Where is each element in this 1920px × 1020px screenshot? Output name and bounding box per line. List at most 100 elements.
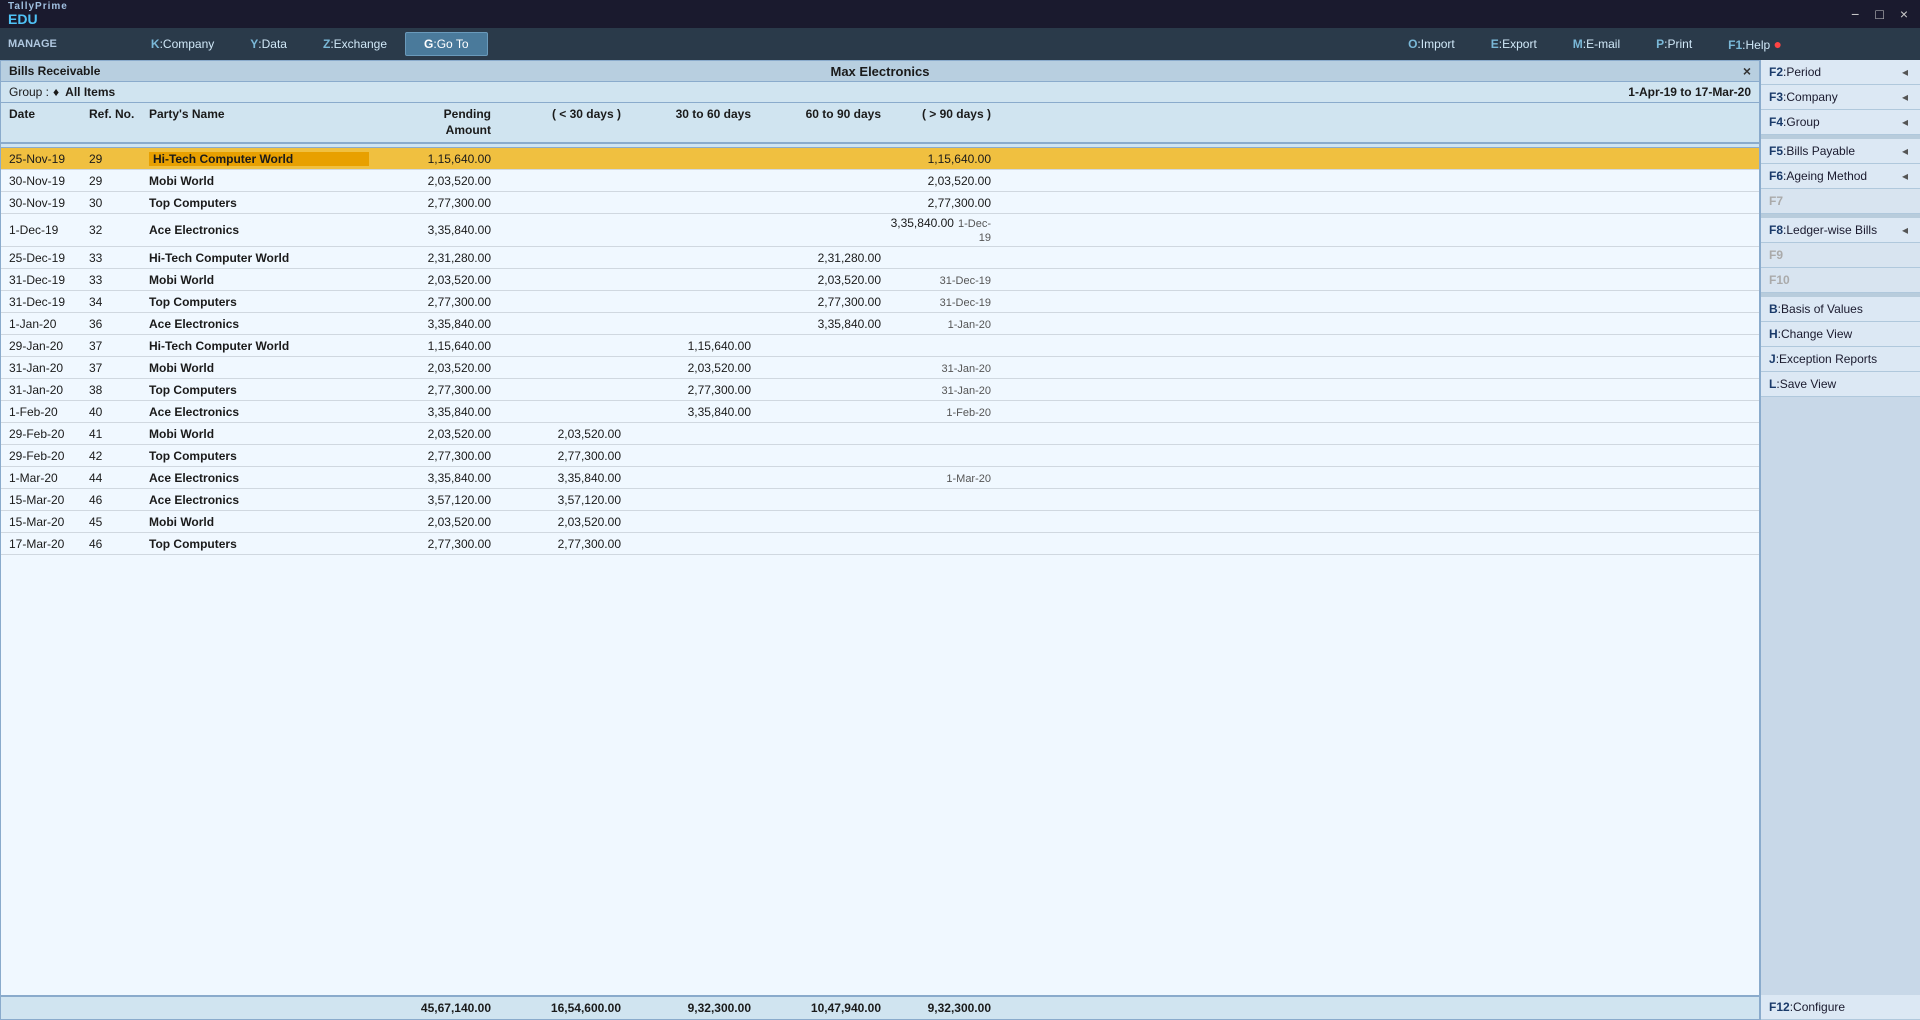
cell-60to90: 3,35,840.00 [759,317,889,331]
group-label: Group : [9,85,49,99]
table-row[interactable]: 31-Jan-20 37 Mobi World 2,03,520.00 2,03… [1,357,1759,379]
cell-party: Mobi World [149,515,369,529]
total-pending: 45,67,140.00 [369,1001,499,1015]
cell-pending: 2,77,300.00 [369,449,499,463]
total-lt30: 16,54,600.00 [499,1001,629,1015]
sidebar-label: Basis of Values [1781,302,1863,316]
cell-date: 17-Mar-20 [9,537,89,551]
table-row[interactable]: 30-Nov-19 29 Mobi World 2,03,520.00 2,03… [1,170,1759,192]
app-logo: TallyPrime EDU [8,1,68,27]
table-row[interactable]: 1-Mar-20 44 Ace Electronics 3,35,840.00 … [1,467,1759,489]
date-range: 1-Apr-19 to 17-Mar-20 [1628,85,1751,99]
sidebar-btn-f2[interactable]: F2:Period◂ [1761,60,1920,85]
table-row[interactable]: 31-Jan-20 38 Top Computers 2,77,300.00 2… [1,379,1759,401]
sidebar-btn-h[interactable]: H:Change View [1761,322,1920,347]
table-row[interactable]: 25-Nov-19 29 Hi-Tech Computer World 1,15… [1,148,1759,170]
cell-date: 1-Feb-20 [9,405,89,419]
cell-gt90: 1-Mar-20 [889,471,999,485]
menu-exchange[interactable]: Z:Exchange [305,33,405,55]
maximize-btn[interactable]: □ [1871,6,1887,22]
sidebar-key: F5 [1769,144,1783,158]
cell-lt30: 2,77,300.00 [499,537,629,551]
sidebar-label: Group [1786,115,1819,129]
cell-lt30: 3,57,120.00 [499,493,629,507]
sidebar-btn-l[interactable]: L:Save View [1761,372,1920,397]
cell-gt90: 1-Feb-20 [889,405,999,419]
menu-help[interactable]: F1:Help ● [1710,32,1800,56]
cell-lt30: 2,03,520.00 [499,427,629,441]
cell-gt90: 2,03,520.00 [889,174,999,188]
group-bar: Group : ♦ All Items 1-Apr-19 to 17-Mar-2… [1,82,1759,103]
cell-30to60: 1,15,640.00 [629,339,759,353]
total-gt90: 9,32,300.00 [889,1001,999,1015]
cell-date: 31-Dec-19 [9,273,89,287]
manage-label: MANAGE [8,38,57,50]
cell-ref: 29 [89,174,149,188]
table-row[interactable]: 31-Dec-19 34 Top Computers 2,77,300.00 2… [1,291,1759,313]
main-container: Bills Receivable Max Electronics × Group… [0,60,1920,1020]
col-60to90: 60 to 90 days [759,107,889,138]
total-60to90: 10,47,940.00 [759,1001,889,1015]
sidebar-btn-f6[interactable]: F6:Ageing Method◂ [1761,164,1920,189]
menu-print[interactable]: P:Print [1638,33,1710,55]
cell-gt90: 31-Dec-19 [889,273,999,287]
cell-ref: 44 [89,471,149,485]
sidebar-btn-f5[interactable]: F5:Bills Payable◂ [1761,139,1920,164]
cell-ref: 42 [89,449,149,463]
sidebar-key: F9 [1769,248,1783,262]
sidebar-btn-j[interactable]: J:Exception Reports [1761,347,1920,372]
cell-pending: 2,03,520.00 [369,174,499,188]
minimize-btn[interactable]: − [1847,6,1863,22]
sidebar-key: F12 [1769,1000,1790,1014]
cell-party: Top Computers [149,383,369,397]
close-btn[interactable]: × [1896,6,1912,22]
menu-export[interactable]: E:Export [1473,33,1555,55]
cell-pending: 2,31,280.00 [369,251,499,265]
table-row[interactable]: 29-Jan-20 37 Hi-Tech Computer World 1,15… [1,335,1759,357]
col-ref: Ref. No. [89,107,149,138]
table-row[interactable]: 29-Feb-20 41 Mobi World 2,03,520.00 2,03… [1,423,1759,445]
arrow-icon: ◂ [1898,169,1912,183]
table-row[interactable]: 31-Dec-19 33 Mobi World 2,03,520.00 2,03… [1,269,1759,291]
sidebar-key: F4 [1769,115,1783,129]
sidebar-key: F8 [1769,223,1783,237]
table-row[interactable]: 15-Mar-20 45 Mobi World 2,03,520.00 2,03… [1,511,1759,533]
sidebar-btn-f8[interactable]: F8:Ledger-wise Bills◂ [1761,218,1920,243]
group-value: All Items [65,85,115,99]
menu-data[interactable]: Y:Data [232,33,305,55]
sidebar-btn-f4[interactable]: F4:Group◂ [1761,110,1920,135]
menu-import[interactable]: O:Import [1390,33,1473,55]
sidebar-key: F10 [1769,273,1790,287]
sidebar-label: Ledger-wise Bills [1786,223,1877,237]
report-close-btn[interactable]: × [1743,63,1751,79]
cell-60to90: 2,31,280.00 [759,251,889,265]
cell-ref: 45 [89,515,149,529]
table-row[interactable]: 1-Jan-20 36 Ace Electronics 3,35,840.00 … [1,313,1759,335]
sidebar-label: Configure [1793,1000,1845,1014]
table-row[interactable]: 29-Feb-20 42 Top Computers 2,77,300.00 2… [1,445,1759,467]
sidebar-btn-f12[interactable]: F12:Configure [1761,995,1920,1020]
cell-date: 30-Nov-19 [9,174,89,188]
sidebar-label: Exception Reports [1779,352,1877,366]
table-row[interactable]: 15-Mar-20 46 Ace Electronics 3,57,120.00… [1,489,1759,511]
cell-ref: 32 [89,223,149,237]
table-row[interactable]: 1-Dec-19 32 Ace Electronics 3,35,840.00 … [1,214,1759,247]
cell-party: Mobi World [149,273,369,287]
cell-party: Top Computers [149,295,369,309]
cell-pending: 3,57,120.00 [369,493,499,507]
data-table: 25-Nov-19 29 Hi-Tech Computer World 1,15… [1,148,1759,995]
cell-30to60: 3,35,840.00 [629,405,759,419]
sidebar-btn-f3[interactable]: F3:Company◂ [1761,85,1920,110]
menu-company[interactable]: K:Company [133,33,232,55]
sidebar-btn-b[interactable]: B:Basis of Values [1761,297,1920,322]
table-row[interactable]: 25-Dec-19 33 Hi-Tech Computer World 2,31… [1,247,1759,269]
table-row[interactable]: 30-Nov-19 30 Top Computers 2,77,300.00 2… [1,192,1759,214]
table-row[interactable]: 1-Feb-20 40 Ace Electronics 3,35,840.00 … [1,401,1759,423]
cell-ref: 34 [89,295,149,309]
menu-goto[interactable]: G:Go To [405,32,487,56]
sidebar-label: Save View [1780,377,1836,391]
cell-date: 25-Dec-19 [9,251,89,265]
cell-gt90: 1-Jan-20 [889,317,999,331]
table-row[interactable]: 17-Mar-20 46 Top Computers 2,77,300.00 2… [1,533,1759,555]
menu-email[interactable]: M:E-mail [1555,33,1638,55]
